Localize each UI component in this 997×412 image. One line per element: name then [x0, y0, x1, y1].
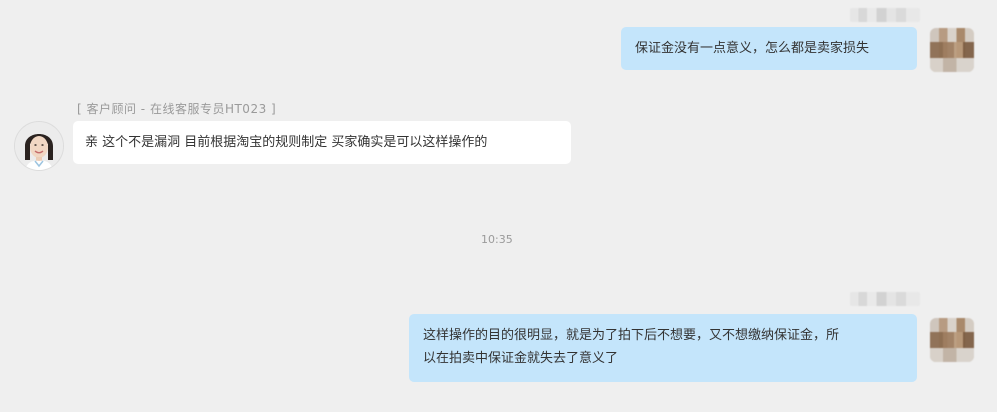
agent-label: [ 客户顾问 - 在线客服专员HT023 ] [77, 102, 277, 116]
message-timestamp: 10:35 [481, 233, 513, 246]
message-text-line: 这样操作的目的很明显，就是为了拍下后不想要，又不想缴纳保证金，所 [423, 328, 840, 343]
user-avatar[interactable] [930, 318, 974, 362]
message-bubble-outgoing: 这样操作的目的很明显，就是为了拍下后不想要，又不想缴纳保证金，所 以在拍卖中保证… [409, 314, 917, 382]
message-bubble-outgoing: 保证金没有一点意义，怎么都是卖家损失 [621, 27, 917, 70]
agent-avatar[interactable] [14, 121, 64, 171]
message-text-line: 以在拍卖中保证金就失去了意义了 [423, 351, 619, 366]
message-text: 保证金没有一点意义，怎么都是卖家损失 [635, 41, 870, 56]
message-bubble-incoming: 亲 这个不是漏洞 目前根据淘宝的规则制定 买家确实是可以这样操作的 [73, 121, 571, 164]
user-avatar[interactable] [930, 28, 974, 72]
sender-name-blurred [850, 292, 920, 306]
sender-name-blurred [850, 8, 920, 22]
agent-portrait-icon [15, 122, 63, 170]
message-text: 亲 这个不是漏洞 目前根据淘宝的规则制定 买家确实是可以这样操作的 [85, 135, 488, 150]
